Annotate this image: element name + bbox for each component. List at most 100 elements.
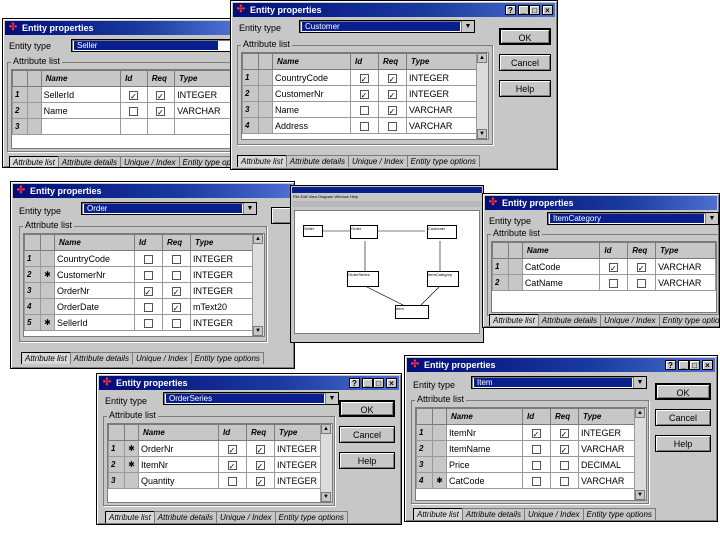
tab-unique-index[interactable]: Unique / Index [131, 352, 192, 364]
req-checkbox[interactable] [559, 460, 569, 470]
col-type-header[interactable]: Type [190, 234, 256, 251]
id-checkbox[interactable] [359, 105, 369, 115]
attribute-name-cell[interactable] [40, 118, 122, 135]
id-checkbox[interactable] [143, 302, 153, 312]
row-number-cell[interactable]: 1 [108, 440, 125, 457]
attribute-name-cell[interactable]: CustomerNr [54, 266, 135, 283]
id-checkbox[interactable] [608, 278, 618, 288]
row-number-cell[interactable]: 3 [242, 101, 259, 118]
entity-box-itemcategory[interactable]: ItemCategory [427, 271, 459, 287]
table-row[interactable]: 2 ✱ CustomerNr INTEGER [24, 266, 256, 283]
id-checkbox[interactable]: ✓ [128, 90, 138, 101]
table-row[interactable]: 1 ItemNr ✓ ✓ INTEGER [416, 424, 637, 441]
tab-entity-type-options[interactable]: Entity type options [190, 352, 264, 364]
tab-entity-type-options[interactable]: Entity type options [274, 511, 348, 523]
table-row[interactable]: 3 Price DECIMAL [416, 456, 637, 473]
close-button[interactable]: × [702, 360, 713, 370]
minimize-button[interactable]: _ [518, 5, 529, 15]
row-number-cell[interactable]: 2 [12, 102, 29, 119]
table-row[interactable]: 4 ✱ CatCode VARCHAR [416, 472, 637, 489]
tab-attribute-list[interactable]: Attribute list [21, 352, 71, 364]
col-id-header[interactable]: Id [522, 408, 551, 425]
col-type-header[interactable]: Type [578, 408, 637, 425]
help-title-button[interactable]: ? [505, 5, 516, 15]
chevron-down-icon[interactable]: ▼ [325, 393, 338, 404]
attribute-grid[interactable]: Name Id Req Type 1 ✱ OrderNr ✓ ✓ INTEGER 2 ✱ Ite… [107, 423, 333, 503]
row-number-cell[interactable]: 3 [12, 118, 29, 135]
ok-button[interactable]: OK [655, 383, 711, 400]
attribute-name-cell[interactable]: Address [272, 117, 351, 134]
req-checkbox[interactable] [387, 121, 397, 131]
req-checkbox[interactable]: ✓ [255, 444, 265, 455]
close-button[interactable]: × [386, 378, 397, 388]
attribute-type-cell[interactable]: VARCHAR [578, 472, 637, 489]
help-button[interactable]: Help [339, 452, 395, 469]
table-row[interactable]: 1 CatCode ✓ ✓ VARCHAR [492, 258, 716, 275]
table-row[interactable]: 1 SellerId ✓ ✓ INTEGER [12, 86, 233, 103]
entity-box-orderseries[interactable]: OrderSeries [347, 271, 379, 287]
id-checkbox[interactable] [531, 460, 541, 470]
maximize-button[interactable]: □ [689, 360, 700, 370]
attribute-type-cell[interactable]: DECIMAL [578, 456, 637, 473]
attribute-type-cell[interactable]: VARCHAR [406, 117, 480, 134]
scroll-down-icon[interactable]: ▼ [253, 326, 263, 336]
tab-entity-type-options[interactable]: Entity type options [178, 156, 233, 167]
row-number-cell[interactable]: 1 [242, 69, 259, 86]
table-row[interactable]: 2 CustomerNr ✓ ✓ INTEGER [242, 85, 480, 102]
attribute-name-cell[interactable]: Price [446, 456, 523, 473]
maximize-button[interactable]: □ [529, 5, 540, 15]
entity-type-select[interactable]: Customer ▼ [299, 20, 475, 33]
attribute-name-cell[interactable]: ItemName [446, 440, 523, 457]
req-checkbox[interactable]: ✓ [636, 262, 646, 273]
col-req-header[interactable]: Req [378, 53, 407, 70]
chevron-down-icon[interactable]: ▼ [705, 213, 718, 224]
attribute-type-cell[interactable]: VARCHAR [406, 101, 480, 118]
row-number-cell[interactable]: 1 [492, 258, 509, 275]
maximize-button[interactable]: □ [373, 378, 384, 388]
tab-unique-index[interactable]: Unique / Index [347, 155, 408, 167]
attribute-name-cell[interactable]: Quantity [138, 472, 219, 489]
row-number-cell[interactable]: 5 [24, 314, 41, 331]
attribute-name-cell[interactable]: Name [40, 102, 122, 119]
help-button[interactable]: Help [499, 80, 551, 97]
row-number-cell[interactable]: 2 [108, 456, 125, 473]
row-number-cell[interactable]: 4 [242, 117, 259, 134]
entity-type-select[interactable]: Order ▼ [81, 202, 257, 215]
attribute-grid[interactable]: Name Id Req Type 1 CatCode ✓ ✓ VARCHAR 2 CatNa… [491, 241, 717, 313]
req-checkbox[interactable]: ✓ [171, 286, 181, 297]
scroll-down-icon[interactable]: ▼ [635, 490, 645, 500]
app-menu-bar[interactable]: File Edit View Diagram Window Help [293, 194, 481, 200]
attribute-name-cell[interactable]: ItemNr [446, 424, 523, 441]
entity-type-select[interactable]: ItemCategory ▼ [547, 212, 719, 225]
col-name-header[interactable]: Name [138, 424, 219, 441]
ok-button[interactable]: OK [499, 28, 551, 45]
attribute-type-cell[interactable]: INTEGER [274, 472, 323, 489]
attribute-type-cell[interactable]: VARCHAR [578, 440, 637, 457]
help-title-button[interactable]: ? [349, 378, 360, 388]
col-id-header[interactable]: Id [120, 70, 148, 87]
col-name-header[interactable]: Name [521, 242, 601, 259]
tab-attribute-details[interactable]: Attribute details [69, 352, 133, 364]
col-type-header[interactable]: Type [406, 53, 480, 70]
attribute-name-cell[interactable]: SellerId [54, 314, 135, 331]
row-number-cell[interactable]: 3 [416, 456, 433, 473]
col-name-header[interactable]: Name [54, 234, 135, 251]
id-checkbox[interactable]: ✓ [608, 262, 618, 273]
req-checkbox[interactable]: ✓ [155, 90, 165, 101]
scroll-down-icon[interactable]: ▼ [477, 129, 487, 139]
scroll-up-icon[interactable]: ▲ [321, 424, 331, 434]
attribute-type-cell[interactable]: INTEGER [190, 266, 256, 283]
attribute-grid[interactable]: Name Id Req Type 1 CountryCode INTEGER 2 ✱ Cu… [23, 233, 265, 337]
table-row[interactable]: 3 Name ✓ VARCHAR [242, 101, 480, 118]
help-button[interactable]: Help [655, 435, 711, 452]
col-req-header[interactable]: Req [246, 424, 275, 441]
vertical-scrollbar[interactable]: ▲ ▼ [252, 234, 264, 336]
id-checkbox[interactable] [359, 121, 369, 131]
entity-type-select[interactable]: Seller [71, 39, 233, 52]
minimize-button[interactable]: _ [678, 360, 689, 370]
req-checkbox[interactable] [171, 254, 181, 264]
attribute-type-cell[interactable]: INTEGER [274, 456, 323, 473]
table-row[interactable]: 2 CatName VARCHAR [492, 274, 716, 291]
tab-attribute-details[interactable]: Attribute details [57, 156, 121, 167]
col-type-header[interactable]: Type [274, 424, 323, 441]
